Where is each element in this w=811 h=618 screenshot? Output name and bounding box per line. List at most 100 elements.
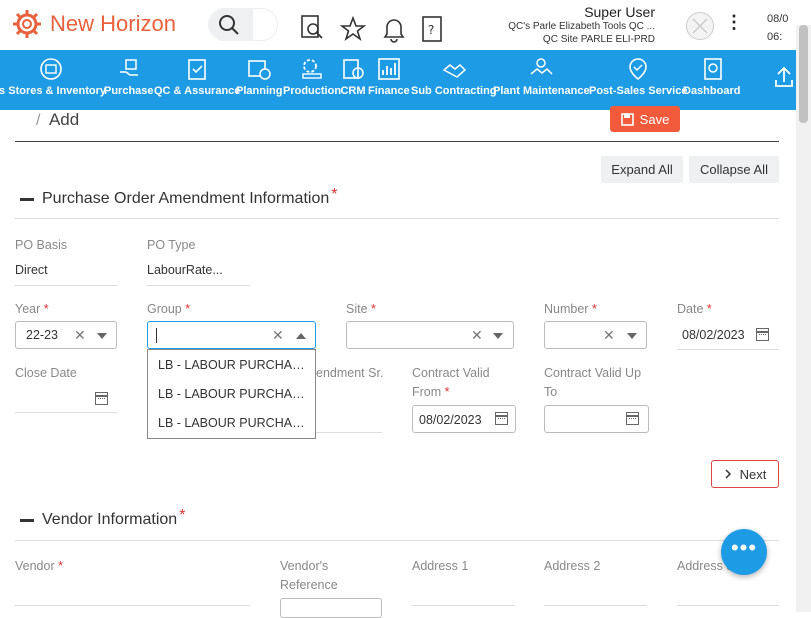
- next-button[interactable]: Next: [711, 460, 779, 488]
- nav-item-production[interactable]: Production: [283, 56, 341, 97]
- required-mark: *: [331, 186, 338, 203]
- po-basis-label: PO Basis: [15, 238, 68, 252]
- bell-icon[interactable]: [381, 15, 407, 43]
- nav-item-stores[interactable]: ls Stores & Inventory: [0, 56, 106, 97]
- required-mark: *: [185, 302, 191, 316]
- vendor-ref-label-line1: Vendor's: [280, 559, 329, 573]
- section-divider: [15, 540, 779, 541]
- search-box[interactable]: [208, 8, 278, 41]
- number-label-text: Number: [544, 302, 589, 316]
- contract-from-label: Contract Valid From *: [412, 364, 490, 402]
- required-mark: *: [591, 302, 597, 316]
- vendor-section-header[interactable]: Vendor Information *: [20, 507, 185, 529]
- nav-label: Dashboard: [683, 85, 741, 97]
- nav-label: Purchase: [104, 85, 154, 97]
- required-mark: *: [43, 302, 49, 316]
- field-underline: [677, 605, 779, 606]
- dropdown-option[interactable]: LB - LABOUR PURCHASE: [148, 379, 315, 408]
- contract-from-input[interactable]: 08/02/2023: [412, 405, 516, 433]
- nav-item-finance[interactable]: Finance: [368, 56, 410, 97]
- year-select[interactable]: 22-23 ✕: [15, 321, 117, 349]
- app-logo[interactable]: New Horizon: [12, 9, 176, 39]
- nav-item-purchase[interactable]: Purchase: [104, 56, 154, 97]
- dashboard-icon: [703, 58, 722, 80]
- close-date-input[interactable]: [15, 384, 117, 412]
- scrollbar-thumb[interactable]: [799, 25, 808, 123]
- date-label-text: Date: [677, 302, 704, 316]
- contract-upto-input[interactable]: [544, 405, 649, 433]
- date-time: 08/0 06:: [767, 10, 788, 46]
- more-menu-icon[interactable]: ⋮: [725, 12, 743, 33]
- po-section-header[interactable]: Purchase Order Amendment Information *: [20, 186, 337, 208]
- nav-label: Finance: [368, 85, 410, 97]
- dropdown-option[interactable]: LB - LABOUR PURCHASE: [148, 350, 315, 379]
- subcontracting-icon: [442, 63, 466, 78]
- svg-text:?: ?: [428, 23, 434, 37]
- crm-icon: [343, 59, 364, 79]
- avatar[interactable]: [686, 12, 714, 40]
- calendar-icon[interactable]: [95, 392, 108, 405]
- nav-item-crm[interactable]: CRM: [340, 56, 366, 97]
- clear-icon[interactable]: ✕: [603, 327, 615, 344]
- chevron-up-icon[interactable]: [296, 333, 306, 339]
- clear-icon[interactable]: ✕: [471, 327, 483, 344]
- po-section-title: Purchase Order Amendment Information: [42, 190, 330, 207]
- nav-item-planning[interactable]: Planning: [236, 56, 282, 97]
- contract-from-label-line2: From: [412, 385, 442, 399]
- save-label: Save: [639, 111, 670, 127]
- dropdown-option[interactable]: LB - LABOUR PURCHASE: [148, 408, 315, 437]
- user-info[interactable]: Super User QC's Parle Elizabeth Tools QC…: [508, 4, 655, 46]
- nav-item-qc[interactable]: QC & Assurance: [154, 56, 240, 97]
- field-underline: [544, 605, 647, 606]
- required-mark: *: [58, 559, 63, 573]
- group-select[interactable]: ✕: [147, 321, 316, 349]
- upload-icon[interactable]: [773, 64, 795, 90]
- number-select[interactable]: ✕: [544, 321, 647, 349]
- star-icon[interactable]: [340, 16, 366, 42]
- nav-label: Sub Contracting: [411, 85, 497, 97]
- chevron-down-icon[interactable]: [97, 333, 107, 339]
- collapse-all-button[interactable]: Collapse All: [689, 156, 779, 183]
- year-label-text: Year: [15, 302, 41, 316]
- user-name: Super User: [584, 4, 655, 20]
- expand-all-button[interactable]: Expand All: [601, 156, 683, 183]
- clear-icon[interactable]: ✕: [272, 327, 284, 344]
- page-scrollbar[interactable]: [796, 25, 811, 612]
- chat-fab-button[interactable]: •••: [721, 529, 767, 575]
- nav-item-plant-maintenance[interactable]: Plant Maintenance: [493, 56, 590, 97]
- breadcrumb-separator: /: [36, 112, 41, 129]
- required-mark: *: [371, 302, 376, 316]
- main-content: / Add Save Expand All Collapse All Purch…: [0, 106, 796, 618]
- field-underline: [15, 412, 117, 413]
- contract-upto-label-line2: To: [544, 385, 558, 399]
- close-date-label: Close Date: [15, 366, 77, 380]
- help-book-icon[interactable]: ?: [420, 15, 444, 43]
- site-label-text: Site: [346, 302, 368, 316]
- nav-label: Production: [283, 85, 342, 97]
- search-input[interactable]: [252, 8, 278, 41]
- nav-item-post-sales[interactable]: Post-Sales Service: [589, 56, 687, 97]
- chevron-down-icon[interactable]: [627, 333, 637, 339]
- calendar-icon[interactable]: [753, 325, 772, 344]
- calendar-icon[interactable]: [495, 412, 508, 425]
- app-name: New Horizon: [50, 11, 176, 36]
- top-bar: New Horizon ? Super User QC's Parle Eliz…: [0, 0, 811, 50]
- contract-from-value-wrap: 08/02/2023: [413, 406, 487, 432]
- vendor-ref-input[interactable]: [280, 598, 382, 618]
- document-search-icon[interactable]: [298, 13, 326, 41]
- calendar-icon[interactable]: [626, 412, 639, 425]
- clear-icon[interactable]: ✕: [74, 327, 86, 344]
- date-input[interactable]: 08/02/2023: [677, 321, 779, 349]
- user-org: QC's Parle Elizabeth Tools QC ...: [508, 21, 655, 32]
- contract-from-value: 08/02/2023: [419, 413, 482, 427]
- header-divider: [15, 141, 779, 142]
- nav-item-subcontracting[interactable]: Sub Contracting: [411, 56, 497, 97]
- chevron-down-icon[interactable]: [493, 333, 503, 339]
- save-button[interactable]: Save: [610, 106, 680, 132]
- breadcrumb: / Add: [36, 110, 79, 130]
- po-basis-value: Direct: [15, 263, 48, 277]
- nav-item-dashboard[interactable]: Dashboard: [683, 56, 740, 97]
- site-select[interactable]: ✕: [346, 321, 514, 349]
- chevron-right-icon: [725, 469, 731, 479]
- production-icon: [302, 59, 322, 79]
